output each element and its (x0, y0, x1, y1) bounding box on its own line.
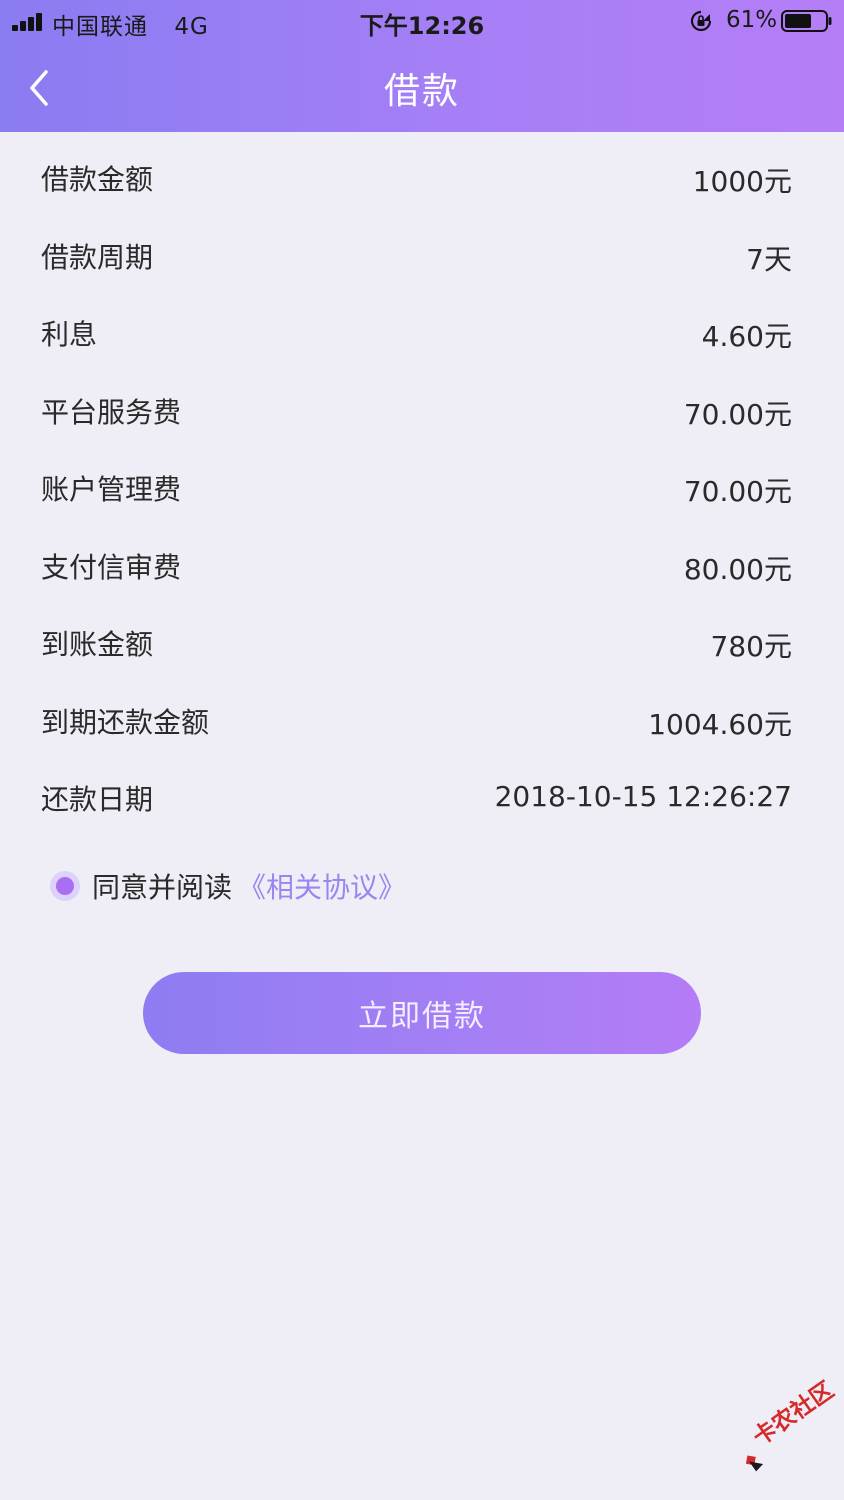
orientation-lock-icon (690, 10, 712, 32)
detail-label: 平台服务费 (41, 395, 182, 429)
detail-value: 4.60元 (701, 320, 792, 353)
loan-details-list: 借款金额 1000元 借款周期 7天 利息 4.60元 平台服务费 70.00元… (0, 138, 844, 836)
detail-value: 70.00元 (683, 475, 792, 508)
battery-icon (781, 10, 832, 32)
detail-row-review-fee: 支付信审费 80.00元 (0, 526, 844, 604)
status-bar: 中国联通 4G 下午12:26 61% (0, 0, 844, 44)
detail-label: 利息 (41, 318, 98, 351)
detail-row-loan-amount: 借款金额 1000元 (0, 138, 844, 216)
status-time: 下午12:26 (359, 12, 485, 40)
borrow-now-button[interactable]: 立即借款 (143, 972, 701, 1054)
detail-row-loan-term: 借款周期 7天 (0, 216, 844, 294)
detail-label: 账户管理费 (41, 473, 182, 506)
radio-checked-dot (56, 877, 74, 895)
detail-value: 2018-10-15 12:26:27 (494, 780, 792, 813)
detail-row-repayment-date: 还款日期 2018-10-15 12:26:27 (0, 758, 844, 836)
detail-label: 借款周期 (41, 240, 154, 274)
agreement-text: 同意并阅读 (92, 871, 233, 904)
battery-percentage: 61% (726, 7, 778, 33)
detail-label: 到期还款金额 (41, 705, 210, 739)
loan-screen: 中国联通 4G 下午12:26 61% 借款 借款金额 1000元 借款周期 7… (0, 0, 844, 1500)
detail-label: 还款日期 (41, 783, 154, 816)
detail-value: 7天 (746, 242, 792, 276)
agreement-row: 同意并阅读 《相关协议》 (50, 864, 406, 908)
detail-value: 70.00元 (683, 397, 792, 431)
page-title: 借款 (383, 71, 460, 112)
detail-row-account-fee: 账户管理费 70.00元 (0, 448, 844, 526)
detail-value: 780元 (710, 630, 792, 663)
detail-row-repayment-amount: 到期还款金额 1004.60元 (0, 681, 844, 759)
detail-value: 80.00元 (683, 552, 792, 586)
detail-row-platform-fee: 平台服务费 70.00元 (0, 371, 844, 449)
header-bar: 中国联通 4G 下午12:26 61% 借款 (0, 0, 844, 132)
detail-row-interest: 利息 4.60元 (0, 293, 844, 371)
agreement-radio[interactable] (50, 871, 80, 901)
detail-label: 到账金额 (41, 628, 154, 661)
detail-label: 支付信审费 (41, 550, 182, 584)
detail-value: 1000元 (692, 165, 792, 198)
detail-label: 借款金额 (41, 163, 154, 196)
agreement-link[interactable]: 《相关协议》 (238, 866, 406, 906)
detail-row-received-amount: 到账金额 780元 (0, 603, 844, 681)
detail-value: 1004.60元 (648, 707, 792, 741)
